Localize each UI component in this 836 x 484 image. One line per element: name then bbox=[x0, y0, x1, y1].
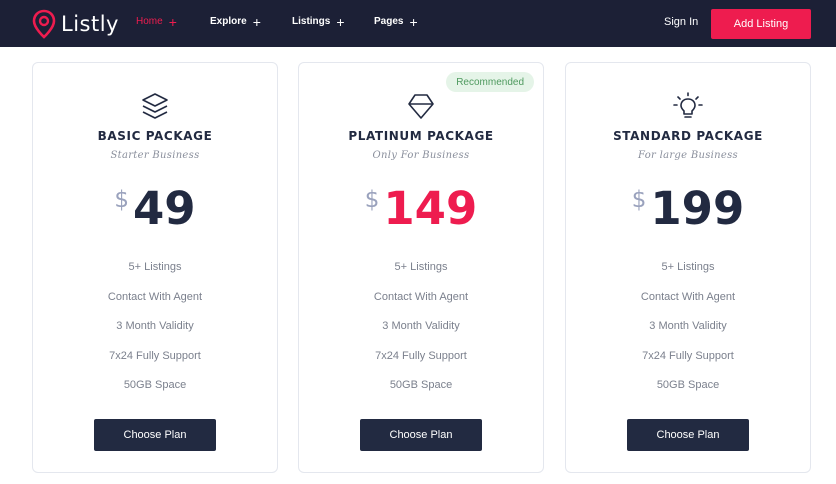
feature-item: 7x24 Fully Support bbox=[642, 349, 734, 362]
feature-item: Contact With Agent bbox=[373, 290, 469, 303]
recommended-badge: Recommended bbox=[446, 72, 534, 92]
nav-item-label: Explore bbox=[210, 16, 247, 27]
plus-icon: + bbox=[336, 13, 345, 30]
package-subtitle: Only For Business bbox=[372, 150, 470, 161]
add-listing-button[interactable]: Add Listing bbox=[711, 9, 811, 39]
price-amount: 149 bbox=[383, 182, 478, 235]
package-subtitle: For large Business bbox=[638, 150, 738, 161]
feature-list: 5+ Listings Contact With Agent 3 Month V… bbox=[33, 259, 277, 407]
choose-plan-button[interactable]: Choose Plan bbox=[360, 419, 482, 451]
top-navbar: Listly Home + Explore + Listings + Pages… bbox=[0, 0, 836, 47]
feature-list: 5+ Listings Contact With Agent 3 Month V… bbox=[299, 259, 543, 407]
package-title: BASIC PACKAGE bbox=[97, 129, 213, 143]
signin-link[interactable]: Sign In bbox=[664, 16, 698, 28]
package-price: $ 149 bbox=[299, 181, 543, 237]
pricing-card-basic: BASIC PACKAGE Starter Business $ 49 5+ L… bbox=[32, 62, 278, 473]
map-pin-icon bbox=[32, 9, 56, 39]
currency-symbol: $ bbox=[631, 187, 647, 213]
diamond-icon bbox=[408, 94, 434, 119]
choose-plan-button[interactable]: Choose Plan bbox=[627, 419, 749, 451]
package-title: STANDARD PACKAGE bbox=[613, 129, 763, 143]
plus-icon: + bbox=[252, 13, 261, 30]
feature-item: 50GB Space bbox=[656, 379, 720, 391]
layers-icon bbox=[142, 93, 168, 119]
feature-item: 50GB Space bbox=[389, 379, 453, 391]
pricing-card-platinum: Recommended PLATINUM PACKAGE Only For Bu… bbox=[298, 62, 544, 473]
package-price: $ 49 bbox=[33, 181, 277, 237]
feature-item: Contact With Agent bbox=[640, 290, 736, 303]
nav-item-home[interactable]: Home + bbox=[136, 13, 177, 30]
package-price: $ 199 bbox=[566, 181, 810, 237]
lightbulb-icon bbox=[673, 92, 703, 118]
feature-item: 50GB Space bbox=[123, 379, 187, 391]
feature-item: 7x24 Fully Support bbox=[375, 349, 467, 362]
feature-item: 5+ Listings bbox=[128, 261, 182, 273]
pricing-card-standard: STANDARD PACKAGE For large Business $ 19… bbox=[565, 62, 811, 473]
currency-symbol: $ bbox=[114, 187, 129, 213]
plus-icon: + bbox=[168, 13, 177, 30]
brand-logo[interactable]: Listly bbox=[32, 8, 119, 40]
nav-item-listings[interactable]: Listings + bbox=[292, 13, 345, 30]
feature-item: 5+ Listings bbox=[394, 261, 448, 273]
choose-plan-button[interactable]: Choose Plan bbox=[94, 419, 216, 451]
brand-name: Listly bbox=[61, 12, 119, 36]
nav-item-pages[interactable]: Pages + bbox=[374, 13, 418, 30]
price-amount: 199 bbox=[650, 182, 745, 235]
currency-symbol: $ bbox=[364, 187, 380, 213]
feature-item: 5+ Listings bbox=[661, 261, 715, 273]
plus-icon: + bbox=[409, 13, 418, 30]
feature-item: 3 Month Validity bbox=[116, 320, 194, 332]
package-subtitle: Starter Business bbox=[110, 150, 200, 161]
feature-item: 3 Month Validity bbox=[382, 320, 460, 332]
package-title: PLATINUM PACKAGE bbox=[348, 129, 494, 143]
nav-item-explore[interactable]: Explore + bbox=[210, 13, 261, 30]
nav-item-label: Home bbox=[136, 16, 163, 27]
nav-item-label: Pages bbox=[374, 16, 404, 27]
feature-item: 3 Month Validity bbox=[649, 320, 727, 332]
feature-item: Contact With Agent bbox=[107, 290, 203, 303]
feature-item: 7x24 Fully Support bbox=[109, 349, 201, 362]
feature-list: 5+ Listings Contact With Agent 3 Month V… bbox=[566, 259, 810, 407]
price-amount: 49 bbox=[133, 182, 196, 235]
nav-item-label: Listings bbox=[292, 16, 331, 27]
